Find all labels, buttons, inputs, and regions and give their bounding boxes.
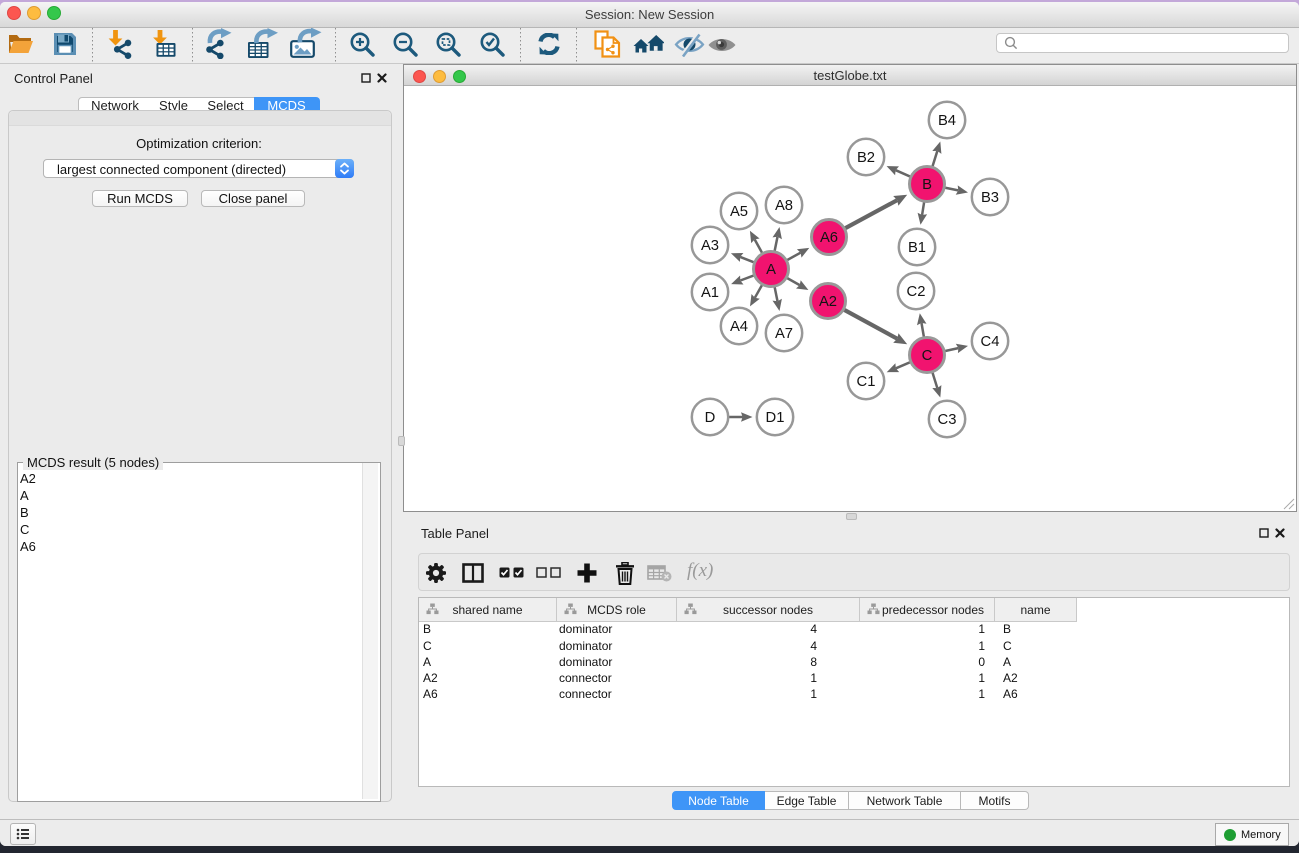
svg-text:C4: C4 (981, 334, 1000, 350)
svg-text:B3: B3 (981, 190, 999, 206)
svg-text:D: D (705, 410, 716, 426)
svg-text:A6: A6 (820, 230, 838, 246)
svg-text:B2: B2 (857, 150, 875, 166)
svg-text:A2: A2 (819, 294, 837, 310)
svg-text:A3: A3 (701, 238, 719, 254)
svg-text:C2: C2 (907, 284, 926, 300)
svg-text:B: B (922, 177, 932, 193)
svg-text:C1: C1 (857, 374, 876, 390)
svg-text:A5: A5 (730, 204, 748, 220)
svg-text:A7: A7 (775, 326, 793, 342)
svg-text:B1: B1 (908, 240, 926, 256)
svg-text:A1: A1 (701, 285, 719, 301)
svg-text:C: C (922, 348, 933, 364)
svg-text:A8: A8 (775, 198, 793, 214)
svg-text:A: A (766, 262, 776, 278)
svg-text:D1: D1 (766, 410, 785, 426)
svg-text:C3: C3 (938, 412, 957, 428)
svg-text:A4: A4 (730, 319, 748, 335)
svg-text:B4: B4 (938, 113, 956, 129)
